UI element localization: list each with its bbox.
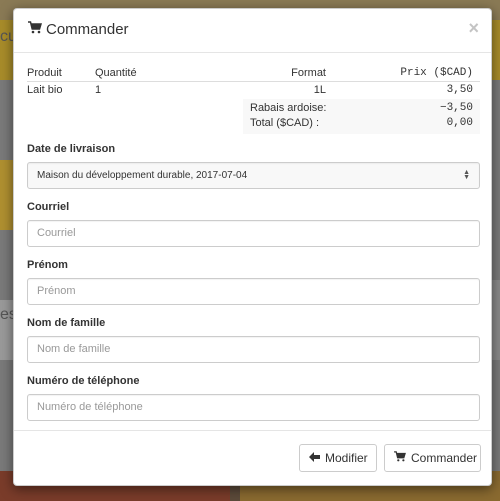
email-label: Courriel [27,200,70,213]
delivery-group: Date de livraison Maison du développemen… [27,143,480,189]
last-name-label: Nom de famille [27,316,106,329]
first-name-field[interactable]: Prénom [27,277,480,305]
total-row: Total ($CAD) : 0,00 [250,116,473,131]
select-arrows-icon: ▲ ▼ [463,169,470,181]
last-name-group: Nom de famille Nom de famille [27,317,480,363]
delivery-selected-value: Maison du développement durable, 2017-07… [37,169,248,181]
column-header-price: Prix ($CAD) [326,67,480,82]
shopping-cart-icon [28,21,43,38]
delivery-select[interactable]: Maison du développement durable, 2017-07… [27,161,480,189]
modal-body: Produit Quantité Format Prix ($CAD) Lait… [27,67,480,421]
phone-group: Numéro de téléphone Numéro de téléphone [27,375,480,421]
modal-footer: Modifier Commander [14,430,491,485]
last-name-field[interactable]: Nom de famille [27,335,480,363]
modify-button-label: Modifier [325,451,368,465]
discount-label: Rabais ardoise: [250,102,327,114]
arrow-left-icon [309,451,320,465]
modal-header: Commander × [14,9,491,53]
format-cell: 1L [313,84,326,97]
product-cell: Lait bio [27,84,63,97]
column-header-quantity: Quantité [95,67,195,82]
delivery-label: Date de livraison [27,142,116,155]
first-name-group: Prénom Prénom [27,259,480,305]
table-header-row: Produit Quantité Format Prix ($CAD) [27,67,480,82]
close-button[interactable]: × [468,19,479,37]
shopping-cart-icon [394,451,406,465]
last-name-placeholder: Nom de famille [37,343,111,355]
total-label: Total ($CAD) : [250,117,320,129]
order-modal: Commander × Produit Quantité Format Prix… [13,8,492,486]
column-header-product: Produit [27,67,95,82]
first-name-placeholder: Prénom [37,285,76,297]
phone-label: Numéro de téléphone [27,374,140,387]
modal-title-text: Commander [46,21,129,38]
first-name-label: Prénom [27,258,68,271]
price-cell: 3,50 [446,84,473,97]
order-table: Produit Quantité Format Prix ($CAD) Lait… [27,67,480,97]
order-button[interactable]: Commander [384,444,481,472]
column-header-format: Format [195,67,326,82]
background-image [0,160,14,230]
phone-field[interactable]: Numéro de téléphone [27,393,480,421]
modal-title: Commander [28,21,129,38]
quantity-cell: 1 [95,84,102,97]
totals-box: Rabais ardoise: −3,50 Total ($CAD) : 0,0… [243,98,480,134]
phone-placeholder: Numéro de téléphone [37,401,143,413]
table-row: Lait bio 1 1L 3,50 [27,82,480,97]
discount-value: −3,50 [439,102,473,114]
order-button-label: Commander [411,451,478,465]
modify-button[interactable]: Modifier [299,444,377,472]
email-placeholder: Courriel [37,227,76,239]
email-field[interactable]: Courriel [27,219,480,247]
email-group: Courriel Courriel [27,201,480,247]
total-value: 0,00 [446,117,473,129]
discount-row: Rabais ardoise: −3,50 [250,101,473,116]
